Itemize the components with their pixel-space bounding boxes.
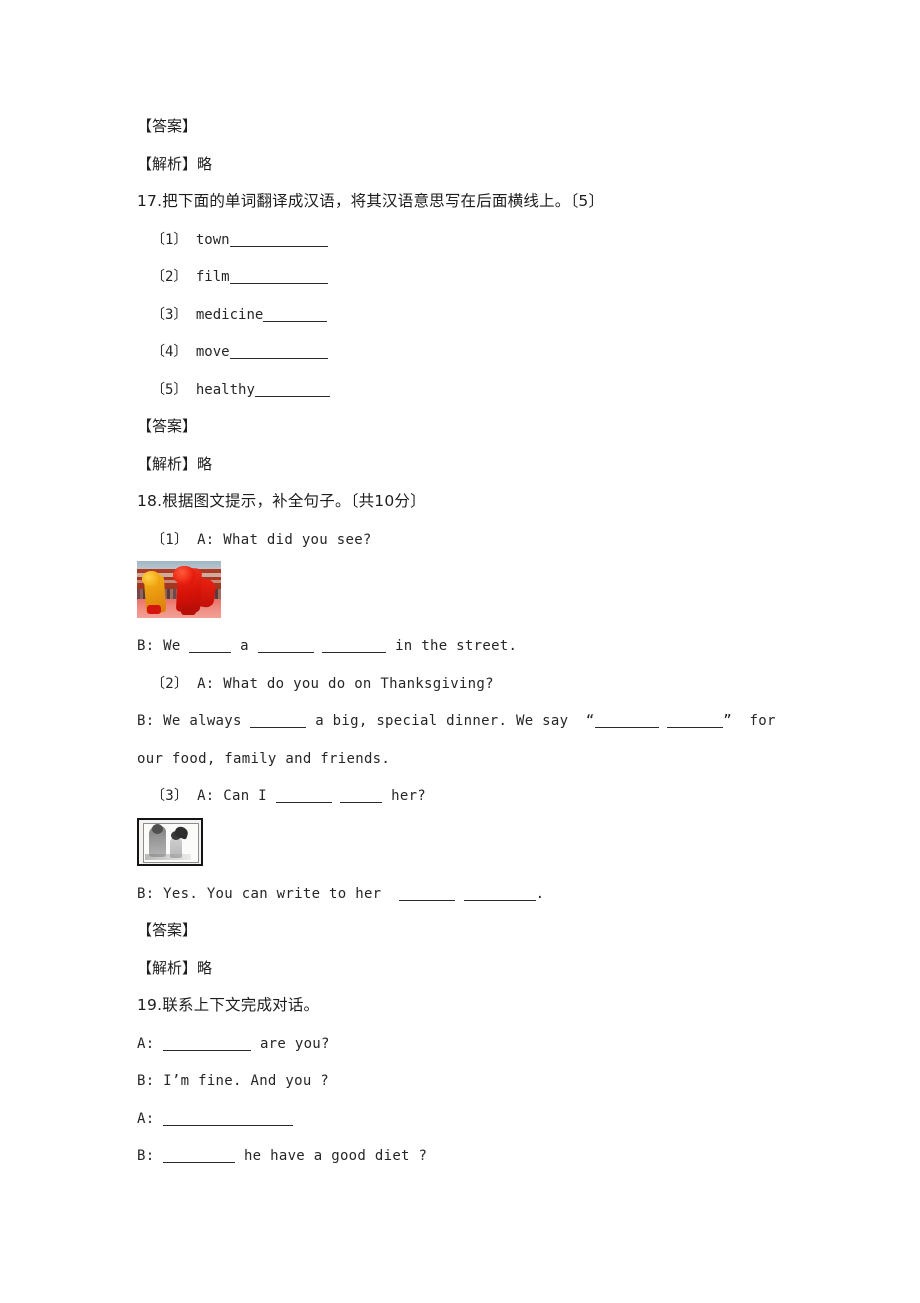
q18-part3-blank-1[interactable] — [275, 789, 332, 803]
q18-part2-b-line2-text: our food, family and friends. — [137, 750, 391, 767]
q18-part2-blank-1[interactable] — [250, 714, 307, 728]
lion-photo-yellow-lion-head — [142, 571, 160, 586]
q17-item-2-blank[interactable] — [229, 270, 328, 284]
q18-part3-blank-2[interactable] — [340, 789, 383, 803]
q19-line-4: B: he have a good diet ? — [137, 1137, 837, 1175]
q18-part2-open-quote: “ — [585, 713, 595, 729]
q18-part2-close-quote: ” — [723, 713, 733, 729]
answer-label-text: 【答案】 — [137, 117, 198, 135]
q18-part2-a-text: A: What do you do on Thanksgiving? — [197, 675, 494, 692]
q18-part2-question: 〔2〕 A: What do you do on Thanksgiving? — [137, 665, 837, 703]
q18-part2-b-middle: a big, special dinner. We say — [315, 713, 569, 729]
q17-item-3-number: 〔3〕 — [151, 306, 188, 323]
q18-part3-a-suffix: her? — [391, 788, 427, 804]
q17-item-2: 〔2〕 film — [137, 258, 837, 296]
framed-photo-shadow — [145, 853, 191, 860]
q18-part2-b-prefix: B: We always — [137, 713, 242, 729]
q18-part2-answer-line-1: B: We always a big, special dinner. We s… — [137, 702, 837, 740]
q18-analysis-label: 【解析】略 — [137, 950, 837, 988]
q18-part3-question: 〔3〕 A: Can I her? — [137, 777, 837, 815]
q18-part1-blank-3[interactable] — [322, 639, 387, 653]
q19-line-1-prefix: A: — [137, 1035, 155, 1052]
answer-label-top: 【答案】 — [137, 108, 837, 146]
analysis-label-text: 【解析】略 — [137, 154, 213, 173]
q19-line-4-blank[interactable] — [163, 1149, 236, 1163]
q17-item-4-number: 〔4〕 — [151, 344, 188, 360]
q19-line-1: A: are you? — [137, 1025, 837, 1063]
framed-photo-adult-head — [152, 823, 163, 834]
q18-part1-b-suffix: in the street. — [395, 638, 518, 654]
q19-line-1-suffix: are you? — [259, 1035, 330, 1052]
q18-part2-blank-3[interactable] — [667, 714, 724, 728]
document-page: 【答案】 【解析】略 17.把下面的单词翻译成汉语，将其汉语意思写在后面横线上。… — [0, 0, 920, 1303]
lion-photo-yellow-lion-legs — [147, 605, 161, 614]
q17-analysis-label-text: 【解析】略 — [137, 454, 213, 473]
q18-part1-a-text: A: What did you see? — [197, 531, 372, 548]
q19-line-2: B: I’m fine. And you ? — [137, 1062, 837, 1100]
q18-part2-number: 〔2〕 — [151, 675, 189, 692]
q17-item-1-number: 〔1〕 — [151, 231, 188, 248]
q18-analysis-label-text: 【解析】略 — [137, 958, 213, 977]
lion-dance-photo — [137, 561, 837, 618]
q18-part3-number: 〔3〕 — [151, 788, 189, 804]
q17-item-1-blank[interactable] — [229, 233, 328, 247]
q18-part2-answer-line-2: our food, family and friends. — [137, 740, 837, 778]
q17-item-5-number: 〔5〕 — [151, 381, 188, 398]
question-17-heading: 17.把下面的单词翻译成汉语，将其汉语意思写在后面横线上。〔5〕 — [137, 183, 837, 221]
q17-item-5-word: healthy — [195, 381, 255, 398]
q18-part3-b-prefix: B: Yes. You can write to her — [137, 885, 382, 902]
q18-part1-question: 〔1〕 A: What did you see? — [137, 521, 837, 559]
q18-part3-blank-3[interactable] — [398, 887, 455, 901]
q17-item-4: 〔4〕 move — [137, 333, 837, 371]
q17-answer-label: 【答案】 — [137, 408, 837, 446]
q17-item-5-blank[interactable] — [254, 383, 330, 397]
q18-part3-blank-4[interactable] — [463, 887, 536, 901]
q17-answer-label-text: 【答案】 — [137, 417, 198, 435]
q17-item-5: 〔5〕 healthy — [137, 371, 837, 409]
lion-dance-image — [137, 561, 221, 618]
q19-line-4-prefix: B: — [137, 1148, 155, 1164]
question-19-heading: 19.联系上下文完成对话。 — [137, 987, 837, 1025]
q18-part2-b-tail: for — [749, 713, 776, 729]
q19-line-3: A: — [137, 1100, 837, 1138]
q19-line-3-blank[interactable] — [163, 1112, 294, 1126]
q18-part1-b-prefix: B: We — [137, 638, 181, 654]
q18-part1-number: 〔1〕 — [151, 531, 189, 548]
q19-line-1-blank[interactable] — [163, 1037, 252, 1051]
q18-answer-label: 【答案】 — [137, 912, 837, 950]
document-content: 【答案】 【解析】略 17.把下面的单词翻译成汉语，将其汉语意思写在后面横线上。… — [137, 108, 837, 1175]
q17-item-1: 〔1〕 town — [137, 221, 837, 259]
q18-part2-blank-2[interactable] — [594, 714, 659, 728]
q17-item-3: 〔3〕 medicine — [137, 296, 837, 334]
q18-part1-blank-2[interactable] — [257, 639, 314, 653]
q17-item-2-word: film — [195, 269, 230, 285]
lion-photo-red-lion-legs — [181, 606, 196, 615]
question-18-heading-text: 18.根据图文提示，补全句子。〔共10分〕 — [137, 492, 426, 510]
analysis-label-top: 【解析】略 — [137, 146, 837, 184]
q17-item-4-word: move — [195, 344, 230, 360]
q18-part1-answer-line: B: We a in the street. — [137, 627, 837, 665]
framed-photo — [137, 817, 837, 866]
q18-part3-answer-line: B: Yes. You can write to her . — [137, 875, 837, 913]
q19-line-2-text: B: I’m fine. And you ? — [137, 1073, 330, 1089]
q18-part3-a-prefix: A: Can I — [197, 788, 267, 804]
q17-item-3-word: medicine — [195, 306, 264, 323]
q18-part1-b-middle: a — [240, 638, 249, 654]
q17-item-3-blank[interactable] — [263, 308, 328, 322]
q18-part3-b-suffix: . — [535, 885, 545, 902]
q17-item-2-number: 〔2〕 — [151, 269, 188, 285]
question-18-heading: 18.根据图文提示，补全句子。〔共10分〕 — [137, 483, 837, 521]
lion-photo-red-lion-head — [173, 566, 195, 584]
framed-photo-image — [137, 817, 203, 866]
question-17-heading-text: 17.把下面的单词翻译成汉语，将其汉语意思写在后面横线上。〔5〕 — [137, 192, 605, 210]
q19-line-4-suffix: he have a good diet ? — [243, 1148, 428, 1164]
q17-analysis-label: 【解析】略 — [137, 446, 837, 484]
q17-item-1-word: town — [195, 231, 230, 248]
q19-line-3-prefix: A: — [137, 1110, 155, 1127]
q18-part1-blank-1[interactable] — [189, 639, 232, 653]
question-19-heading-text: 19.联系上下文完成对话。 — [137, 996, 320, 1014]
q18-answer-label-text: 【答案】 — [137, 921, 198, 939]
q17-item-4-blank[interactable] — [229, 345, 328, 359]
